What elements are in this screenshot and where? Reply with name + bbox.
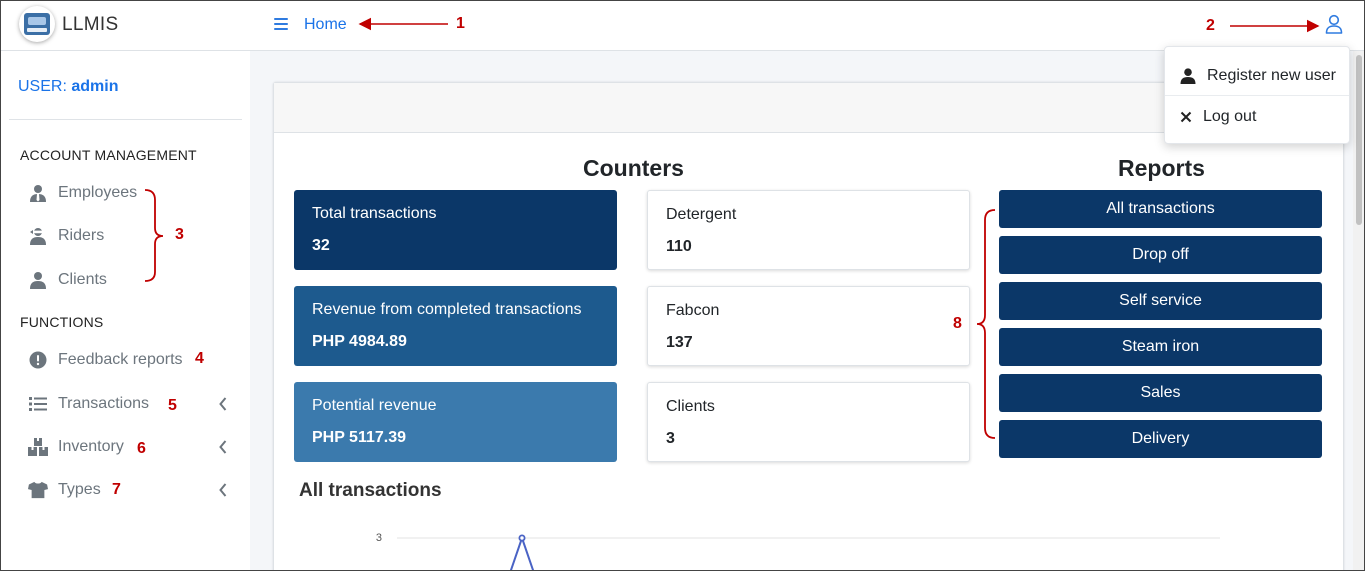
annotation-label: 4	[195, 350, 204, 367]
counter-title: Clients	[666, 398, 715, 415]
y-tick-label: 3	[376, 532, 382, 544]
chevron-left-icon[interactable]	[218, 482, 228, 498]
exclamation-circle-icon	[28, 350, 48, 370]
hamburger-menu-icon[interactable]	[274, 17, 288, 31]
counter-detergent: Detergent 110	[647, 190, 970, 270]
account-management-header: ACCOUNT MANAGEMENT	[20, 147, 197, 163]
user-prefix: USER:	[18, 78, 67, 95]
sidebar: USER: admin ACCOUNT MANAGEMENT Employees…	[0, 51, 250, 571]
counters-title: Counters	[583, 155, 684, 181]
hamburger-line	[274, 23, 288, 25]
user-dropdown-menu: Register new user Log out	[1164, 46, 1350, 144]
transactions-chart: 3	[376, 532, 1220, 571]
user-icon	[1180, 68, 1196, 84]
annotation-label: 3	[175, 226, 184, 243]
counter-value: 110	[666, 238, 692, 255]
sidebar-item-label: Transactions	[58, 395, 149, 412]
counter-potential-revenue: Potential revenue PHP 5117.39	[294, 382, 617, 462]
hamburger-line	[274, 18, 288, 20]
dropdown-divider	[1165, 95, 1349, 96]
annotation-label: 7	[112, 481, 121, 498]
annotation-label: 5	[168, 397, 177, 414]
counter-value: 3	[666, 430, 675, 447]
counter-revenue-completed: Revenue from completed transactions PHP …	[294, 286, 617, 366]
report-self-service-button[interactable]: Self service	[999, 282, 1322, 320]
logo	[19, 6, 55, 42]
hamburger-line	[274, 28, 288, 30]
sidebar-item-transactions[interactable]: Transactions	[28, 391, 238, 417]
user-name: admin	[71, 78, 119, 95]
top-navbar: LLMIS Home	[0, 0, 1365, 51]
counter-title: Potential revenue	[312, 397, 437, 414]
annotation-label: 2	[1206, 17, 1215, 34]
counter-title: Revenue from completed transactions	[312, 301, 582, 318]
sidebar-item-employees[interactable]: Employees	[28, 180, 238, 206]
counter-value: 137	[666, 334, 693, 351]
log-out-item[interactable]: Log out	[1165, 97, 1349, 137]
current-user: USER: admin	[18, 78, 118, 96]
sidebar-item-label: Riders	[58, 227, 105, 244]
sidebar-item-inventory[interactable]: Inventory	[28, 434, 238, 460]
counter-title: Fabcon	[666, 302, 720, 319]
dropdown-item-label: Register new user	[1207, 67, 1336, 84]
sidebar-divider	[9, 119, 242, 120]
tshirt-icon	[28, 480, 48, 500]
report-drop-off-button[interactable]: Drop off	[999, 236, 1322, 274]
counter-value: 32	[312, 237, 330, 254]
sidebar-item-label: Types	[58, 481, 101, 498]
sidebar-item-label: Clients	[58, 271, 107, 288]
sidebar-item-label: Inventory	[58, 438, 124, 455]
brand-text: LLMIS	[62, 14, 119, 35]
sidebar-item-label: Employees	[58, 184, 138, 201]
sidebar-item-riders[interactable]: Riders	[28, 223, 238, 249]
data-point	[518, 534, 526, 542]
home-link[interactable]: Home	[304, 16, 347, 34]
counter-title: Total transactions	[312, 205, 437, 222]
dropdown-item-label: Log out	[1203, 108, 1257, 125]
counter-value: PHP 4984.89	[312, 333, 407, 350]
series-line	[509, 534, 535, 571]
functions-header: FUNCTIONS	[20, 314, 104, 330]
counter-value: PHP 5117.39	[312, 429, 407, 446]
chart-title: All transactions	[299, 480, 442, 501]
close-icon	[1180, 111, 1192, 123]
counter-clients: Clients 3	[647, 382, 970, 462]
user-menu-icon[interactable]	[1325, 14, 1343, 34]
scrollbar-thumb[interactable]	[1356, 55, 1362, 225]
register-new-user-item[interactable]: Register new user	[1165, 56, 1349, 96]
user-ninja-icon	[28, 226, 48, 246]
counter-fabcon: Fabcon 137	[647, 286, 970, 366]
annotation-label: 6	[137, 440, 146, 457]
counter-title: Detergent	[666, 206, 737, 223]
list-icon	[28, 394, 48, 414]
chevron-left-icon[interactable]	[218, 396, 228, 412]
user-icon	[28, 270, 48, 290]
boxes-icon	[28, 437, 48, 457]
logo-image	[24, 13, 50, 35]
chevron-left-icon[interactable]	[218, 439, 228, 455]
user-tie-icon	[28, 183, 48, 203]
sidebar-item-label: Feedback reports	[58, 351, 183, 368]
brand[interactable]: LLMIS	[0, 0, 250, 51]
reports-title: Reports	[1118, 155, 1205, 181]
report-steam-iron-button[interactable]: Steam iron	[999, 328, 1322, 366]
counter-total-transactions: Total transactions 32	[294, 190, 617, 270]
sidebar-item-clients[interactable]: Clients	[28, 267, 238, 293]
report-all-transactions-button[interactable]: All transactions	[999, 190, 1322, 228]
sidebar-item-types[interactable]: Types	[28, 477, 238, 503]
sidebar-item-feedback-reports[interactable]: Feedback reports	[28, 347, 238, 373]
annotation-label: 1	[456, 15, 465, 32]
report-delivery-button[interactable]: Delivery	[999, 420, 1322, 458]
page-scrollbar[interactable]	[1353, 51, 1365, 571]
report-sales-button[interactable]: Sales	[999, 374, 1322, 412]
annotation-label: 8	[953, 315, 962, 332]
